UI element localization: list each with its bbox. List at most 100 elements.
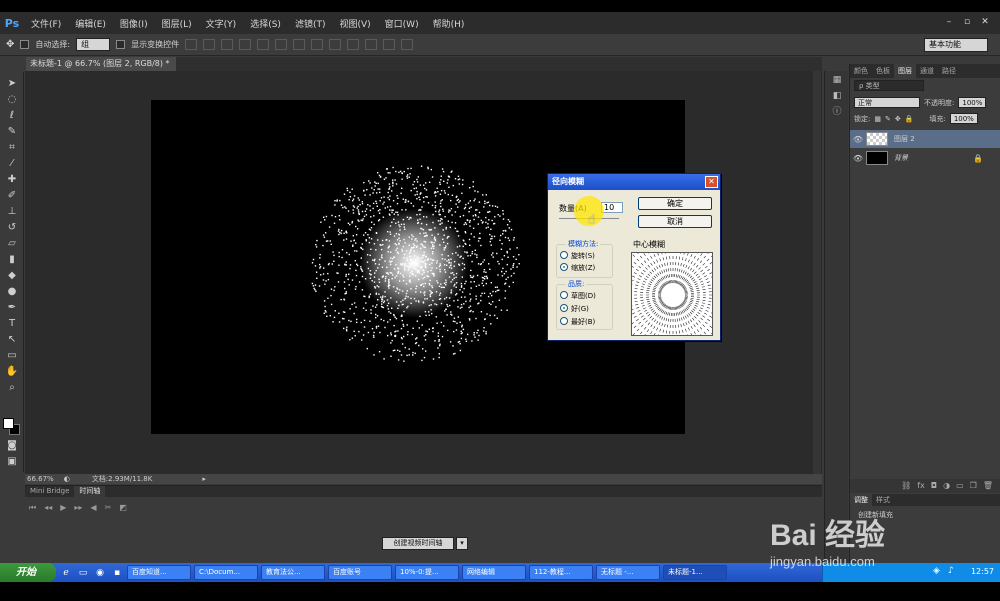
tab-layers[interactable]: 图层 bbox=[894, 64, 916, 78]
status-info-icon[interactable]: ◐ bbox=[64, 475, 70, 483]
gradient-tool-icon[interactable]: ▮ bbox=[5, 254, 19, 266]
quicklaunch-desktop-icon[interactable]: ▭ bbox=[76, 567, 90, 579]
tab-color[interactable]: 颜色 bbox=[850, 64, 872, 78]
crop-tool-icon[interactable]: ⌗ bbox=[5, 142, 19, 154]
distribute-top-icon[interactable] bbox=[293, 39, 306, 50]
layer-visibility-eye-icon[interactable]: 👁 bbox=[850, 135, 866, 144]
taskbar-item[interactable]: 教育法公... bbox=[261, 565, 325, 580]
radio-zoom[interactable] bbox=[560, 263, 568, 271]
tab-paths[interactable]: 路径 bbox=[938, 64, 960, 78]
screen-mode-icon[interactable]: ▣ bbox=[5, 456, 19, 468]
align-left-icon[interactable] bbox=[239, 39, 252, 50]
info-panel-icon[interactable]: ⓘ bbox=[831, 107, 843, 118]
menu-image[interactable]: 图像(I) bbox=[113, 17, 155, 30]
taskbar-item[interactable]: 百度知道... bbox=[127, 565, 191, 580]
clone-stamp-tool-icon[interactable]: ⊥ bbox=[5, 206, 19, 218]
align-vcenter-icon[interactable] bbox=[203, 39, 216, 50]
create-video-timeline-button[interactable]: 创建视频时间轴 bbox=[382, 537, 454, 550]
quicklaunch-media-icon[interactable]: ◉ bbox=[93, 567, 107, 579]
auto-align-icon[interactable] bbox=[401, 39, 414, 50]
taskbar-item[interactable]: 112-教程... bbox=[529, 565, 593, 580]
radio-good[interactable] bbox=[560, 304, 568, 312]
close-button[interactable]: ✕ bbox=[978, 16, 992, 28]
audio-icon[interactable]: ◀ bbox=[90, 503, 96, 513]
type-tool-icon[interactable]: T bbox=[5, 318, 19, 330]
menu-file[interactable]: 文件(F) bbox=[24, 17, 68, 30]
layer-visibility-eye-icon[interactable]: 👁 bbox=[850, 154, 866, 163]
lock-all-icon[interactable]: 🔒 bbox=[905, 115, 914, 123]
create-timeline-dropdown-icon[interactable]: ▾ bbox=[456, 537, 468, 550]
minimize-button[interactable]: – bbox=[942, 16, 956, 28]
move-tool-icon[interactable]: ✥ bbox=[6, 39, 14, 50]
opacity-input[interactable]: 100% bbox=[958, 97, 987, 108]
dialog-close-button[interactable]: ✕ bbox=[705, 176, 718, 188]
marquee-tool-icon[interactable]: ◌ bbox=[5, 94, 19, 106]
distribute-left-icon[interactable] bbox=[347, 39, 360, 50]
taskbar-item[interactable]: 网络编辑 bbox=[462, 565, 526, 580]
zoom-level[interactable]: 66.67% bbox=[27, 475, 54, 483]
align-top-icon[interactable] bbox=[185, 39, 198, 50]
auto-select-dropdown[interactable]: 组 bbox=[76, 38, 111, 51]
radio-draft[interactable] bbox=[560, 291, 568, 299]
menu-help[interactable]: 帮助(H) bbox=[426, 17, 472, 30]
canvas-vertical-scrollbar[interactable] bbox=[813, 71, 821, 474]
amount-input[interactable]: 10 bbox=[601, 202, 623, 213]
move-tool-icon[interactable]: ➤ bbox=[5, 78, 19, 90]
menu-layer[interactable]: 图层(L) bbox=[155, 17, 199, 30]
workspace-switcher[interactable]: 基本功能 bbox=[924, 38, 988, 52]
tab-mini-bridge[interactable]: Mini Bridge bbox=[25, 486, 74, 497]
healing-brush-tool-icon[interactable]: ✚ bbox=[5, 174, 19, 186]
properties-panel-icon[interactable]: ◧ bbox=[831, 91, 843, 102]
cancel-button[interactable]: 取消 bbox=[638, 215, 712, 228]
quick-mask-icon[interactable]: ◙ bbox=[5, 440, 19, 452]
tab-channels[interactable]: 通道 bbox=[916, 64, 938, 78]
distribute-vcenter-icon[interactable] bbox=[311, 39, 324, 50]
dialog-title-bar[interactable]: 径向模糊 ✕ bbox=[548, 174, 720, 190]
shape-tool-icon[interactable]: ▭ bbox=[5, 350, 19, 362]
layer-row[interactable]: 👁 背景 🔒 bbox=[850, 149, 1000, 167]
tab-timeline[interactable]: 时间轴 bbox=[74, 486, 106, 497]
hand-tool-icon[interactable]: ✋ bbox=[5, 366, 19, 378]
first-frame-icon[interactable]: ⏮ bbox=[29, 503, 36, 513]
fill-input[interactable]: 100% bbox=[949, 113, 978, 124]
lasso-tool-icon[interactable]: ℓ bbox=[5, 110, 19, 122]
blur-tool-icon[interactable]: ◆ bbox=[5, 270, 19, 282]
foreground-color-swatch[interactable] bbox=[3, 418, 14, 429]
prev-frame-icon[interactable]: ◂◂ bbox=[44, 503, 52, 513]
status-menu-arrow-icon[interactable]: ▸ bbox=[202, 475, 206, 483]
taskbar-item[interactable]: 无标题 -... bbox=[596, 565, 660, 580]
distribute-right-icon[interactable] bbox=[383, 39, 396, 50]
path-select-tool-icon[interactable]: ↖ bbox=[5, 334, 19, 346]
next-frame-icon[interactable]: ▸▸ bbox=[74, 503, 82, 513]
taskbar-item[interactable]: 百度账号 bbox=[328, 565, 392, 580]
align-hcenter-icon[interactable] bbox=[257, 39, 270, 50]
start-button[interactable]: 开始 bbox=[0, 563, 56, 582]
quicklaunch-app-icon[interactable]: ▪ bbox=[110, 567, 124, 579]
show-transform-checkbox[interactable] bbox=[116, 40, 126, 49]
eraser-tool-icon[interactable]: ▱ bbox=[5, 238, 19, 250]
history-panel-icon[interactable]: ▦ bbox=[831, 75, 843, 86]
distribute-bottom-icon[interactable] bbox=[329, 39, 342, 50]
dodge-tool-icon[interactable]: ● bbox=[5, 286, 19, 298]
zoom-tool-icon[interactable]: ⌕ bbox=[5, 382, 19, 394]
menu-view[interactable]: 视图(V) bbox=[332, 17, 377, 30]
taskbar-item-photoshop[interactable]: 未标题-1... bbox=[663, 565, 727, 580]
radio-best[interactable] bbox=[560, 317, 568, 325]
lock-position-icon[interactable]: ✥ bbox=[895, 115, 901, 123]
split-icon[interactable]: ✂ bbox=[105, 503, 112, 513]
blend-mode-dropdown[interactable]: 正常 bbox=[854, 97, 920, 108]
tab-swatches[interactable]: 色板 bbox=[872, 64, 894, 78]
history-brush-tool-icon[interactable]: ↺ bbox=[5, 222, 19, 234]
menu-edit[interactable]: 编辑(E) bbox=[68, 17, 113, 30]
blur-center-preview[interactable] bbox=[631, 252, 713, 336]
taskbar-item[interactable]: C:\Docum... bbox=[194, 565, 258, 580]
transition-icon[interactable]: ◩ bbox=[119, 503, 127, 513]
quick-select-tool-icon[interactable]: ✎ bbox=[5, 126, 19, 138]
auto-select-checkbox[interactable] bbox=[20, 40, 30, 49]
taskbar-item[interactable]: 10%-0:提... bbox=[395, 565, 459, 580]
pen-tool-icon[interactable]: ✒ bbox=[5, 302, 19, 314]
menu-filter[interactable]: 滤镜(T) bbox=[288, 17, 333, 30]
menu-select[interactable]: 选择(S) bbox=[243, 17, 288, 30]
radio-spin[interactable] bbox=[560, 251, 568, 259]
restore-button[interactable]: ▫ bbox=[960, 16, 974, 28]
